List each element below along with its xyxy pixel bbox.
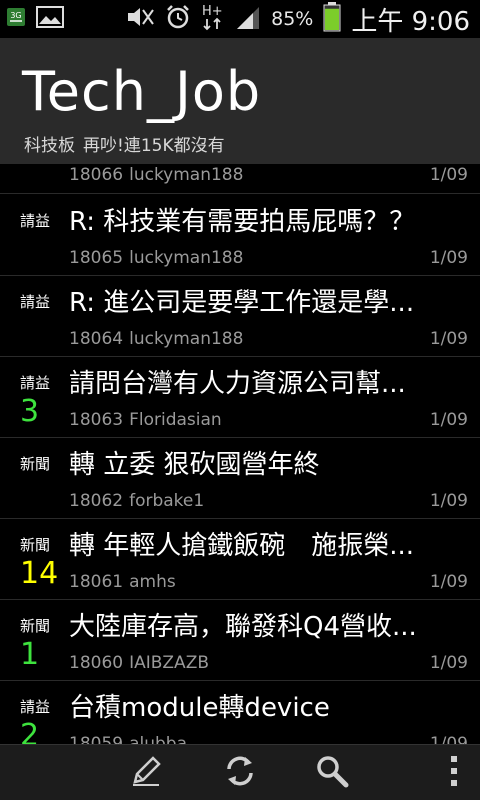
post-push-count: 1	[20, 637, 40, 672]
post-meta: 18060 IAIBZAZB	[69, 653, 209, 673]
post-number: 18063	[69, 410, 124, 430]
post-author: forbake1	[129, 491, 205, 511]
network-3g-icon: 3G	[6, 7, 26, 31]
mute-icon	[125, 5, 155, 33]
post-meta: 18061 amhs	[69, 572, 176, 592]
overflow-menu-icon	[449, 754, 459, 792]
post-subject: 轉 立委 狠砍國營年終	[69, 450, 320, 480]
post-row[interactable]: 請益 R: 科技業有需要拍馬屁嗎？？ 18065 luckyman188 1/09	[0, 195, 480, 276]
board-subtitle: 科技板 再吵!連15K都沒有	[24, 131, 233, 156]
post-date: 1/09	[429, 734, 468, 744]
post-category: 請益	[20, 374, 51, 392]
svg-text:H+: H+	[202, 4, 223, 19]
post-subject: 大陸庫存高，聯發科Q4營收...	[69, 612, 417, 642]
post-list[interactable]: 18066 luckyman188 1/09 請益 R: 科技業有需要拍馬屁嗎？？…	[0, 164, 480, 744]
post-date: 1/09	[429, 329, 468, 349]
battery-percent: 85%	[271, 8, 314, 30]
post-category: 請益	[20, 698, 51, 716]
post-author: luckyman188	[129, 329, 244, 349]
post-subject: 轉 年輕人搶鐵飯碗 施振榮...	[69, 531, 415, 561]
post-number: 18061	[69, 572, 124, 592]
post-category: 新聞	[20, 617, 51, 635]
refresh-icon	[222, 753, 258, 793]
picture-icon	[36, 6, 64, 32]
alarm-icon	[165, 4, 191, 34]
post-meta: 18065 luckyman188	[69, 248, 243, 268]
post-row[interactable]: 18066 luckyman188 1/09	[0, 164, 480, 194]
bottom-action-bar	[0, 744, 480, 800]
post-number: 18062	[69, 491, 124, 511]
post-date: 1/09	[429, 653, 468, 673]
board-name: 科技板	[24, 136, 75, 156]
post-date: 1/09	[429, 572, 468, 592]
post-number: 18064	[69, 329, 124, 349]
post-row[interactable]: 請益 R: 進公司是要學工作還是學... 18064 luckyman188 1/…	[0, 276, 480, 357]
post-number: 18065	[69, 248, 124, 268]
battery-icon	[323, 2, 341, 36]
post-date: 1/09	[429, 248, 468, 268]
post-author: alubba	[129, 734, 188, 744]
post-row[interactable]: 請益 2 台積module轉device 18059 alubba 1/09	[0, 681, 480, 744]
data-transfer-icon: H+	[201, 3, 225, 35]
post-number: 18066	[69, 165, 124, 185]
post-meta: 18063 Floridasian	[69, 410, 222, 430]
post-category: 新聞	[20, 455, 51, 473]
post-push-count: 3	[20, 394, 40, 429]
board-header: Tech_Job 科技板 再吵!連15K都沒有	[0, 38, 480, 164]
post-date: 1/09	[429, 165, 468, 185]
post-row[interactable]: 新聞 14 轉 年輕人搶鐵飯碗 施振榮... 18061 amhs 1/09	[0, 519, 480, 600]
post-author: Floridasian	[129, 410, 222, 430]
post-push-count: 14	[20, 556, 59, 591]
compose-icon	[129, 754, 163, 792]
search-button[interactable]	[312, 753, 352, 793]
post-subject: R: 科技業有需要拍馬屁嗎？？	[69, 207, 416, 237]
compose-button[interactable]	[126, 753, 166, 793]
post-number: 18060	[69, 653, 124, 673]
post-number: 18059	[69, 734, 124, 744]
post-subject: R: 進公司是要學工作還是學...	[69, 288, 415, 318]
board-description: 再吵!連15K都沒有	[83, 136, 225, 156]
post-category: 請益	[20, 293, 51, 311]
board-title: Tech_Job	[22, 60, 262, 123]
status-clock: 上午 9:06	[351, 6, 470, 37]
status-bar: 3G H+ 85% 上午 9:06	[0, 0, 480, 38]
post-author: amhs	[129, 572, 176, 592]
signal-icon	[235, 4, 261, 34]
post-category: 請益	[20, 212, 51, 230]
post-row[interactable]: 請益 3 請問台灣有人力資源公司幫... 18063 Floridasian 1/…	[0, 357, 480, 438]
post-row[interactable]: 新聞 轉 立委 狠砍國營年終 18062 forbake1 1/09	[0, 438, 480, 519]
svg-text:3G: 3G	[10, 11, 21, 20]
post-author: IAIBZAZB	[129, 653, 209, 673]
refresh-button[interactable]	[220, 753, 260, 793]
post-date: 1/09	[429, 410, 468, 430]
overflow-menu-button[interactable]	[434, 753, 474, 793]
post-author: luckyman188	[129, 165, 244, 185]
post-category: 新聞	[20, 536, 51, 554]
post-meta: 18062 forbake1	[69, 491, 204, 511]
post-meta: 18066 luckyman188	[69, 165, 243, 185]
search-icon	[314, 753, 350, 793]
post-subject: 台積module轉device	[69, 693, 330, 723]
post-push-count: 2	[20, 718, 40, 744]
post-date: 1/09	[429, 491, 468, 511]
post-author: luckyman188	[129, 248, 244, 268]
post-row[interactable]: 新聞 1 大陸庫存高，聯發科Q4營收... 18060 IAIBZAZB 1/09	[0, 600, 480, 681]
post-meta: 18064 luckyman188	[69, 329, 243, 349]
post-meta: 18059 alubba	[69, 734, 187, 744]
post-subject: 請問台灣有人力資源公司幫...	[69, 369, 406, 399]
